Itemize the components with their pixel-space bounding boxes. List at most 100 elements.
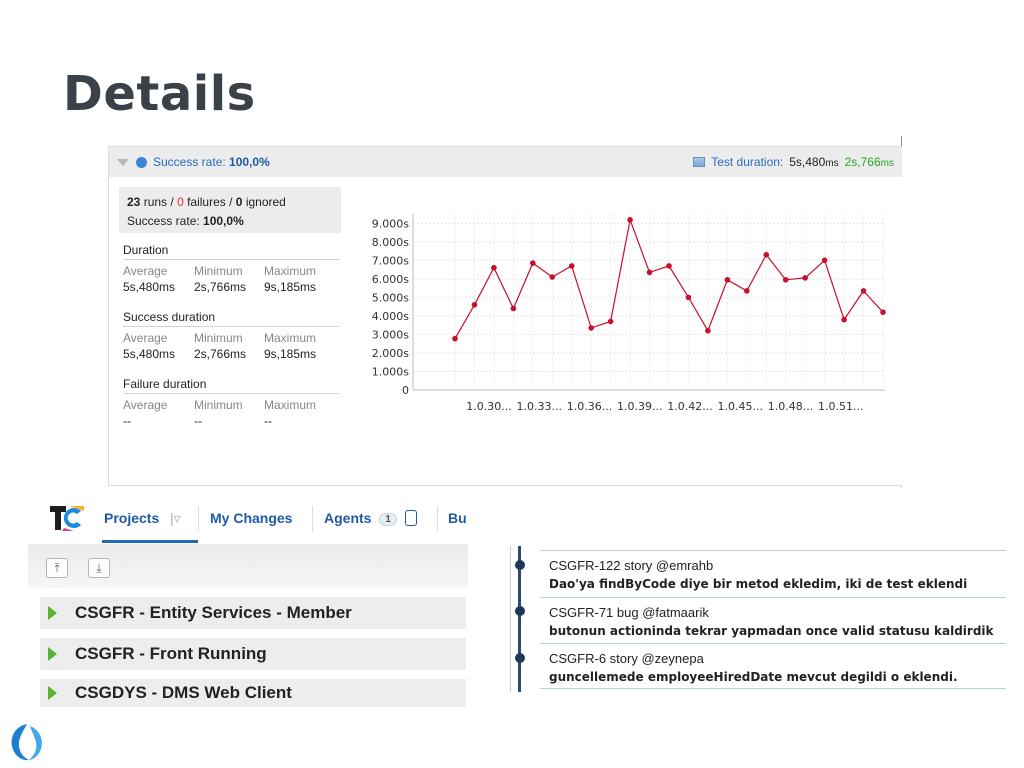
failure-duration-stats: Failure duration Average Minimum Maximum… <box>123 375 339 429</box>
tab-projects[interactable]: Projects <box>104 510 159 526</box>
project-name[interactable]: CSGFR - Front Running <box>75 644 267 664</box>
stat-value: 2s,766ms <box>194 280 247 294</box>
expand-arrow-icon[interactable] <box>48 647 57 661</box>
project-name[interactable]: CSGFR - Entity Services - Member <box>75 603 352 623</box>
expand-arrow-icon[interactable] <box>48 686 57 700</box>
timeline-item[interactable]: CSGFR-122 story @emrahb Dao'ya findByCod… <box>540 550 1006 596</box>
data-point <box>705 327 711 334</box>
stat-header: Average <box>123 264 168 278</box>
data-point <box>763 251 770 258</box>
success-rate-link[interactable]: Success rate: 100,0% <box>153 155 270 169</box>
x-tick-label: 1.0.33... <box>517 400 562 413</box>
stat-value: -- <box>123 414 131 428</box>
project-row[interactable]: CSGFR - Front Running <box>40 638 466 670</box>
failures-label: failures / <box>187 195 233 209</box>
stat-value: 5s,480ms <box>123 280 176 294</box>
agents-count-badge: 1 <box>379 513 397 526</box>
project-row[interactable]: CSGDYS - DMS Web Client <box>40 679 466 707</box>
collapse-toggle-icon[interactable] <box>117 158 129 166</box>
timeline-item[interactable]: CSGFR-6 story @zeynepa guncellemede empl… <box>540 643 1006 689</box>
project-name[interactable]: CSGDYS - DMS Web Client <box>75 683 292 703</box>
commit-title: CSGFR-71 bug @fatmaarik <box>549 605 709 620</box>
data-point <box>841 316 847 323</box>
stat-title: Failure duration <box>123 375 339 394</box>
test-details-panel: Success rate: 100,0% Test duration: 5s,4… <box>108 146 902 486</box>
data-point <box>491 264 497 271</box>
data-point <box>588 325 594 331</box>
summary-success-value: 100,0% <box>203 214 244 228</box>
y-tick-label: 2.000s <box>372 347 409 360</box>
expand-all-icon[interactable]: ⤓ <box>88 558 110 578</box>
stat-header: Minimum <box>194 398 243 412</box>
data-point <box>568 263 575 269</box>
tab-my-changes[interactable]: My Changes <box>210 510 292 526</box>
project-row[interactable]: CSGFR - Entity Services - Member <box>40 597 466 629</box>
commit-message: Dao'ya findByCode diye bir metod ekledim… <box>549 577 968 591</box>
runs-count: 23 <box>127 195 141 209</box>
x-tick-label: 1.0.48... <box>768 400 813 413</box>
stat-header: Average <box>123 398 168 412</box>
y-tick-label: 5.000s <box>372 291 409 304</box>
test-duration-link[interactable]: Test duration: <box>711 155 783 169</box>
x-tick-label: 1.0.36... <box>567 400 612 413</box>
failures-count: 0 <box>177 195 184 209</box>
slide-title: Details <box>63 66 256 122</box>
projects-toolbar: ⤒ ⤓ <box>28 544 468 588</box>
success-rate-value: 100,0% <box>229 155 270 169</box>
commit-message: guncellemede employeeHiredDate mevcut de… <box>549 670 958 684</box>
data-point <box>530 260 536 266</box>
stat-value: 9s,185ms <box>264 280 317 294</box>
success-duration-stats: Success duration Average Minimum Maximum… <box>123 308 339 362</box>
test-duration-summary: Test duration: 5s,480ms 2s,766ms <box>693 147 894 177</box>
data-point <box>471 301 478 308</box>
data-point <box>821 257 828 264</box>
timeline-item[interactable]: CSGFR-71 bug @fatmaarik butonun actionin… <box>540 597 1006 643</box>
stat-header: Maximum <box>264 264 317 278</box>
expand-arrow-icon[interactable] <box>48 606 57 620</box>
company-logo-icon <box>11 724 42 761</box>
test-duration-chart: 0 1.000s 2.000s 3.000s 4.000s 5.000s 6.000s 7.0… <box>372 214 886 413</box>
data-point <box>646 269 653 276</box>
tab-build-queue[interactable]: Bu <box>448 510 467 526</box>
y-tick-label: 1.000s <box>372 365 409 378</box>
y-tick-label: 4.000s <box>372 310 409 323</box>
agents-queue-icon[interactable] <box>404 510 417 526</box>
tab-agents[interactable]: Agents 1 <box>324 510 417 526</box>
data-point <box>666 263 672 269</box>
data-point <box>802 275 808 281</box>
tab-separator <box>312 506 313 532</box>
tab-separator <box>437 506 438 532</box>
y-tick-label: 9.000s <box>372 217 409 230</box>
data-point <box>880 309 886 315</box>
stat-value: 2s,766ms <box>194 347 247 361</box>
stat-header: Maximum <box>264 398 317 412</box>
data-point <box>782 276 789 283</box>
stat-header: Maximum <box>264 331 317 345</box>
panel-header: Success rate: 100,0% Test duration: 5s,4… <box>109 147 902 177</box>
timeline-border <box>510 546 511 692</box>
stat-header: Minimum <box>194 331 243 345</box>
teamcity-logo-icon[interactable] <box>48 502 84 532</box>
x-tick-label: 1.0.42... <box>667 400 712 413</box>
teamcity-header: Projects |▿ My Changes Agents 1 Bu <box>28 496 468 544</box>
timeline-dot-icon <box>515 653 525 663</box>
data-point <box>627 217 633 223</box>
collapse-all-icon[interactable]: ⤒ <box>46 558 68 578</box>
y-tick-label: 0 <box>402 384 409 397</box>
y-tick-label: 8.000s <box>372 236 409 249</box>
stat-value: -- <box>264 414 272 428</box>
commit-title: CSGFR-6 story @zeynepa <box>549 651 704 666</box>
stat-value: 5s,480ms <box>123 347 176 361</box>
timeline-dot-icon <box>515 606 525 616</box>
data-point <box>452 335 458 342</box>
timeline-dot-icon <box>515 560 525 570</box>
data-point <box>744 288 750 294</box>
ignored-label: ignored <box>245 195 286 209</box>
status-dot-icon <box>136 156 147 168</box>
commit-title: CSGFR-122 story @emrahb <box>549 558 714 573</box>
runs-summary: 23 runs / 0 failures / 0 ignored Success… <box>119 187 341 233</box>
chart-image-icon <box>693 157 706 167</box>
stat-header: Minimum <box>194 264 243 278</box>
runs-label: runs / <box>143 195 174 209</box>
chevron-down-icon[interactable]: |▿ <box>170 510 181 527</box>
